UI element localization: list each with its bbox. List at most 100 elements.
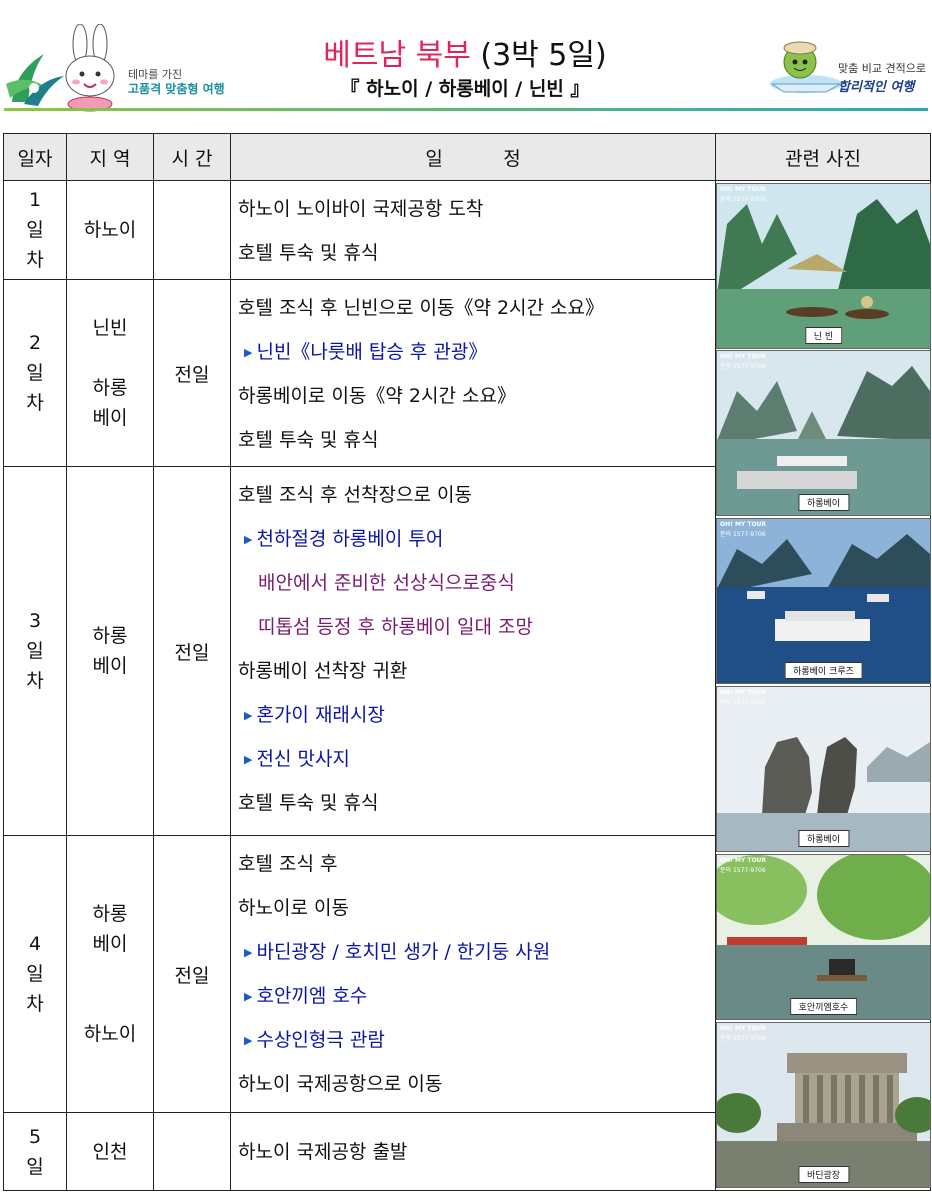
time-cell: 전일 [153,466,231,836]
schedule-line: 배안에서 준비한 선상식으로중식 [238,561,715,605]
day-char: 차 [26,993,44,1015]
schedule-line: 하롱베이로 이동《약 2시간 소요》 [238,374,715,418]
photo-phone: 문의 1577-9706 [720,196,766,203]
day-char: 차 [26,249,44,271]
photo-caption: 하롱베이 크루즈 [784,662,863,679]
header-photos: 관련 사진 [715,133,931,181]
schedule-line-text: 호안끼엠 호수 [256,985,368,1007]
page-subtitle: 『 하노이 / 하롱베이 / 닌빈 』 [340,78,590,100]
schedule-line-text: 호텔 조식 후 선착장으로 이동 [238,484,472,506]
photo-brand: OH! MY TOUR [720,186,767,193]
bullet-triangle-icon: ▶ [244,1033,253,1047]
region-line: 베이 [92,407,128,429]
schedule-line-text: 호텔 조식 후 닌빈으로 이동《약 2시간 소요》 [238,297,605,319]
time-cell: 전일 [153,835,231,1113]
schedule-line-text: 하노이 국제공항으로 이동 [238,1073,443,1095]
schedule-line-text: 전신 맛사지 [256,748,350,770]
region-line: 하노이 [83,219,137,241]
photo-image [717,184,930,348]
schedule-cell: 호텔 조식 후 선착장으로 이동 ▶ 천하절경 하롱베이 투어 배안에서 준비한 선상… [230,466,716,836]
day-cell: 3 일차 [3,466,67,836]
photo-brand: OH! MY TOUR [720,353,767,360]
header-region: 지 역 [66,133,154,181]
region-line: 하노이 [83,1023,137,1045]
day-char: 일 [26,640,44,662]
region-cell: 하롱베이하노이 [66,835,154,1113]
bullet-triangle-icon: ▶ [244,532,253,546]
bullet-triangle-icon: ▶ [244,345,253,359]
photo-image [717,687,930,851]
related-photo: OH! MY TOUR 문의 1577-9706 닌 빈 [716,183,931,349]
related-photo: OH! MY TOUR 문의 1577-9706 바딘광장 [716,1022,931,1188]
logo-right-text2: 합리적인 여행 [838,80,915,95]
photo-image [717,519,930,683]
photo-brand: OH! MY TOUR [720,1025,767,1032]
photo-caption: 바딘광장 [797,1166,850,1183]
bullet-triangle-icon: ▶ [244,989,253,1003]
schedule-line-text: 호텔 조식 후 [238,853,338,875]
day-cell: 4 일차 [3,835,67,1113]
day-cell: 2 일차 [3,279,67,467]
day-char: 일 [26,362,44,384]
photo-image [717,1023,930,1187]
photo-caption: 하롱베이 [797,830,850,847]
schedule-line: 호텔 투숙 및 휴식 [238,231,715,275]
schedule-line-text: 하노이 노이바이 국제공항 도착 [238,198,484,220]
page-title: 베트남 북부 (3박 5일) [230,30,700,74]
region-line [68,343,152,373]
header-time: 시 간 [153,133,231,181]
region-cell: 하롱 베이 [66,466,154,836]
photo-phone: 문의 1577-9706 [720,531,766,538]
schedule-line: 하롱베이 선착장 귀환 [238,649,715,693]
region-cell: 인천 [66,1112,154,1191]
schedule-cell: 하노이 국제공항 출발 [230,1112,716,1191]
photo-phone: 문의 1577-9706 [720,867,766,874]
photo-brand: OH! MY TOUR [720,857,767,864]
day-char: 2 [28,332,42,354]
header-divider [4,108,928,111]
photo-caption: 호안끼엠호수 [789,998,858,1015]
bullet-triangle-icon: ▶ [244,752,253,766]
time-cell [153,180,231,280]
schedule-line-text: 천하절경 하롱베이 투어 [256,528,444,550]
day-char: 차 [26,392,44,414]
related-photo: OH! MY TOUR 문의 1577-9706 하롱베이 크루즈 [716,518,931,684]
right-logo: 맞춤 비교 견적으로 합리적인 여행 [766,26,930,114]
day-char: 일 [26,963,44,985]
photo-caption: 하롱베이 [797,494,850,511]
schedule-line: 하노이 국제공항 출발 [238,1130,715,1174]
day-char: 일 [26,1155,44,1178]
schedule-line: ▶ 닌빈《나룻배 탑승 후 관광》 [238,330,715,374]
bullet-triangle-icon: ▶ [244,945,253,959]
schedule-line: 띠톱섬 등정 후 하롱베이 일대 조망 [238,605,715,649]
region-cell: 하노이 [66,180,154,280]
schedule-line: ▶ 바딘광장 / 호치민 생가 / 한기둥 사원 [238,930,715,974]
schedule-line: ▶ 혼가이 재래시장 [238,693,715,737]
schedule-line: ▶ 호안끼엠 호수 [238,974,715,1018]
header-date: 일자 [3,133,67,181]
region-line: 하롱 [92,903,128,925]
photo-image [717,855,930,1019]
region-line: 베이 [92,655,128,677]
photo-phone: 문의 1577-9706 [720,363,766,370]
header-schedule: 일 정 [230,133,716,181]
photo-brand: OH! MY TOUR [720,689,767,696]
photo-phone: 문의 1577-9706 [720,699,766,706]
photo-phone: 문의 1577-9706 [720,1035,766,1042]
schedule-line-text: 하롱베이로 이동《약 2시간 소요》 [238,385,516,407]
day-cell: 1 일차 [3,180,67,280]
day-char: 4 [28,933,42,955]
schedule-line-text: 호텔 투숙 및 휴식 [238,242,379,264]
schedule-line-text: 바딘광장 / 호치민 생가 / 한기둥 사원 [256,941,551,963]
photo-caption: 닌 빈 [804,327,843,344]
schedule-cell: 호텔 조식 후 하노이로 이동 ▶ 바딘광장 / 호치민 생가 / 한기둥 사원 ▶ 호안… [230,835,716,1113]
related-photo: OH! MY TOUR 문의 1577-9706 하롱베이 [716,686,931,852]
day-char: 일 [26,219,44,241]
region-line: 베이 [92,933,128,955]
day-cell: 5일 [3,1112,67,1191]
region-line: 하롱 [92,377,128,399]
photo-image [717,351,930,515]
page-header: 테마를 가진 고품격 맞춤형 여행 베트남 북부 (3박 5일) 『 하노이 /… [0,0,932,118]
airplane-mascot-icon [770,41,842,93]
schedule-line: ▶ 전신 맛사지 [238,737,715,781]
